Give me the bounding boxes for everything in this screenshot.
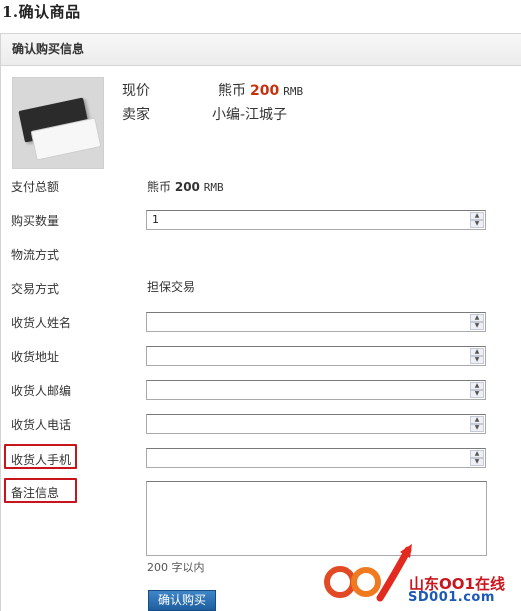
remark-hint: 200 字以内 <box>147 561 205 574</box>
phone-label: 收货人电话 <box>11 418 72 432</box>
stepper-down-icon[interactable]: ▼ <box>470 220 484 228</box>
quantity-label: 购买数量 <box>11 214 60 228</box>
phone-input[interactable]: ▲ ▼ <box>146 414 486 434</box>
mobile-input[interactable]: ▲ ▼ <box>146 448 486 468</box>
watermark-logo: 山东OO1在线 SD001.com <box>312 540 521 611</box>
remark-label-highlight <box>4 478 77 503</box>
trade-value: 担保交易 <box>147 280 196 294</box>
quantity-value: 1 <box>152 213 159 226</box>
price-value: 熊币 200 RMB <box>218 80 303 100</box>
price-amount: 200 <box>250 83 280 99</box>
name-spin-icon[interactable]: ▲ ▼ <box>470 314 484 330</box>
receiver-name-label: 收货人姓名 <box>11 316 72 330</box>
watermark-text-en: SD001.com <box>408 590 495 605</box>
total-value: 熊币 200 RMB <box>147 178 224 195</box>
address-input[interactable]: ▲ ▼ <box>146 346 486 366</box>
mobile-spin-icon[interactable]: ▲ ▼ <box>470 450 484 466</box>
zip-label: 收货人邮编 <box>11 384 72 398</box>
phone-spin-icon[interactable]: ▲ ▼ <box>470 416 484 432</box>
section-title: 1.确认商品 <box>2 3 81 21</box>
total-unit: RMB <box>203 181 224 194</box>
zip-spin-icon[interactable]: ▲ ▼ <box>470 382 484 398</box>
quantity-stepper[interactable]: ▲ ▼ <box>470 212 484 228</box>
seller-label: 卖家 <box>122 107 150 123</box>
total-label: 支付总额 <box>11 180 60 194</box>
address-spin-icon[interactable]: ▲ ▼ <box>470 348 484 364</box>
receiver-name-input[interactable]: ▲ ▼ <box>146 312 486 332</box>
total-amount: 200 <box>174 180 200 194</box>
quantity-input[interactable]: 1 ▲ ▼ <box>146 210 486 230</box>
logistics-label: 物流方式 <box>11 248 60 262</box>
watermark-swoosh-icon <box>324 544 412 602</box>
stepper-up-icon[interactable]: ▲ <box>470 212 484 220</box>
address-label: 收货地址 <box>11 350 60 364</box>
trade-label: 交易方式 <box>11 282 60 296</box>
confirm-buy-button[interactable]: 确认购买 <box>148 590 216 611</box>
product-image <box>12 77 104 169</box>
price-currency: 熊币 <box>218 83 246 99</box>
price-unit: RMB <box>283 85 304 98</box>
total-currency: 熊币 <box>147 180 172 194</box>
seller-name: 小编-江城子 <box>212 107 288 123</box>
mobile-label-highlight <box>4 444 77 469</box>
price-label: 现价 <box>122 83 150 99</box>
panel-header: 确认购买信息 <box>1 34 521 66</box>
zip-input[interactable]: ▲ ▼ <box>146 380 486 400</box>
